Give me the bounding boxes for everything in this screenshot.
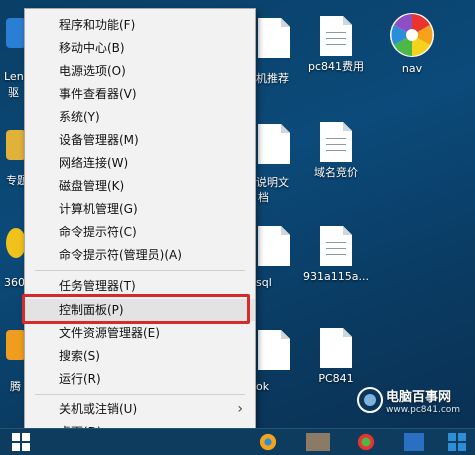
document-icon [320, 122, 352, 162]
menu-item-system[interactable]: 系统(Y) [25, 106, 255, 128]
menu-item-command-prompt[interactable]: 命令提示符(C) [25, 221, 255, 243]
menu-item-shutdown-signout[interactable]: 关机或注销(U) › [25, 398, 255, 420]
desktop-label-partial: sql [256, 276, 272, 289]
desktop-label-partial: 360 [4, 276, 25, 289]
watermark: 电脑百事网 www.pc841.com [356, 386, 460, 415]
desktop-label-partial: 档 [258, 191, 269, 204]
tencent-app-icon[interactable] [6, 330, 26, 360]
desktop-icon-label: pc841费用 [307, 60, 365, 73]
desktop-icon-pc841fee[interactable]: pc841费用 [296, 16, 376, 73]
taskbar [0, 428, 475, 455]
document-icon [320, 226, 352, 266]
chevron-right-icon: › [237, 401, 243, 417]
windows-start-icon[interactable] [12, 433, 30, 451]
menu-separator [35, 394, 245, 395]
document-icon[interactable] [258, 330, 290, 370]
color-wheel-app-icon[interactable] [356, 433, 376, 451]
watermark-url: www.pc841.com [386, 405, 461, 415]
menu-item-disk-management[interactable]: 磁盘管理(K) [25, 175, 255, 197]
desktop-label-partial: 腾 [10, 380, 21, 393]
menu-item-search[interactable]: 搜索(S) [25, 345, 255, 367]
windows-app-icon[interactable] [448, 433, 466, 451]
watermark-title: 电脑百事网 [386, 390, 452, 405]
menu-item-control-panel[interactable]: 控制面板(P) [25, 299, 255, 321]
desktop-icon-pc841[interactable]: PC841 [296, 328, 376, 385]
menu-item-device-manager[interactable]: 设备管理器(M) [25, 129, 255, 151]
pinwheel-app-icon[interactable] [258, 433, 278, 451]
document-icon[interactable] [258, 18, 290, 58]
pinwheel-icon [390, 13, 434, 57]
store-app-icon[interactable] [404, 433, 424, 451]
desktop-icon-domain[interactable]: 域名竞价 [296, 122, 376, 179]
menu-item-run[interactable]: 运行(R) [25, 368, 255, 390]
menu-item-network-connections[interactable]: 网络连接(W) [25, 152, 255, 174]
menu-item-power-options[interactable]: 电源选项(O) [25, 60, 255, 82]
desktop-icon-label: nav [401, 62, 423, 75]
folder-app-icon[interactable] [6, 130, 26, 160]
photo-app-icon[interactable] [306, 433, 330, 451]
desktop-icon-label: 931a115a... [303, 270, 369, 283]
desktop-label-partial: Len [4, 70, 24, 83]
document-icon[interactable] [258, 124, 290, 164]
menu-item-command-prompt-admin[interactable]: 命令提示符(管理员)(A) [25, 244, 255, 266]
desktop-label-partial: ok [256, 380, 270, 393]
360-app-icon[interactable] [6, 228, 26, 258]
desktop-icon-931a115a[interactable]: 931a115a... [296, 226, 376, 283]
desktop-icon-label: PC841 [318, 372, 354, 385]
desktop-label-partial: 说明文 [256, 176, 289, 189]
lenovo-app-icon[interactable] [6, 18, 26, 48]
document-icon [320, 16, 352, 56]
desktop-label-partial: 机推荐 [256, 72, 289, 85]
menu-item-mobility-center[interactable]: 移动中心(B) [25, 37, 255, 59]
desktop-icon-label: 域名竞价 [314, 166, 358, 179]
document-icon[interactable] [258, 226, 290, 266]
document-icon [320, 328, 352, 368]
menu-item-event-viewer[interactable]: 事件查看器(V) [25, 83, 255, 105]
menu-item-computer-management[interactable]: 计算机管理(G) [25, 198, 255, 220]
menu-item-label: 关机或注销(U) [59, 402, 138, 416]
watermark-logo-icon [357, 387, 383, 413]
desktop-label-partial: 驱 [8, 86, 19, 99]
menu-item-programs-features[interactable]: 程序和功能(F) [25, 14, 255, 36]
winx-context-menu: 程序和功能(F) 移动中心(B) 电源选项(O) 事件查看器(V) 系统(Y) … [24, 8, 256, 444]
menu-item-task-manager[interactable]: 任务管理器(T) [25, 275, 255, 297]
desktop-icon-nav[interactable]: nav [372, 12, 452, 75]
menu-item-file-explorer[interactable]: 文件资源管理器(E) [25, 322, 255, 344]
menu-separator [35, 270, 245, 271]
